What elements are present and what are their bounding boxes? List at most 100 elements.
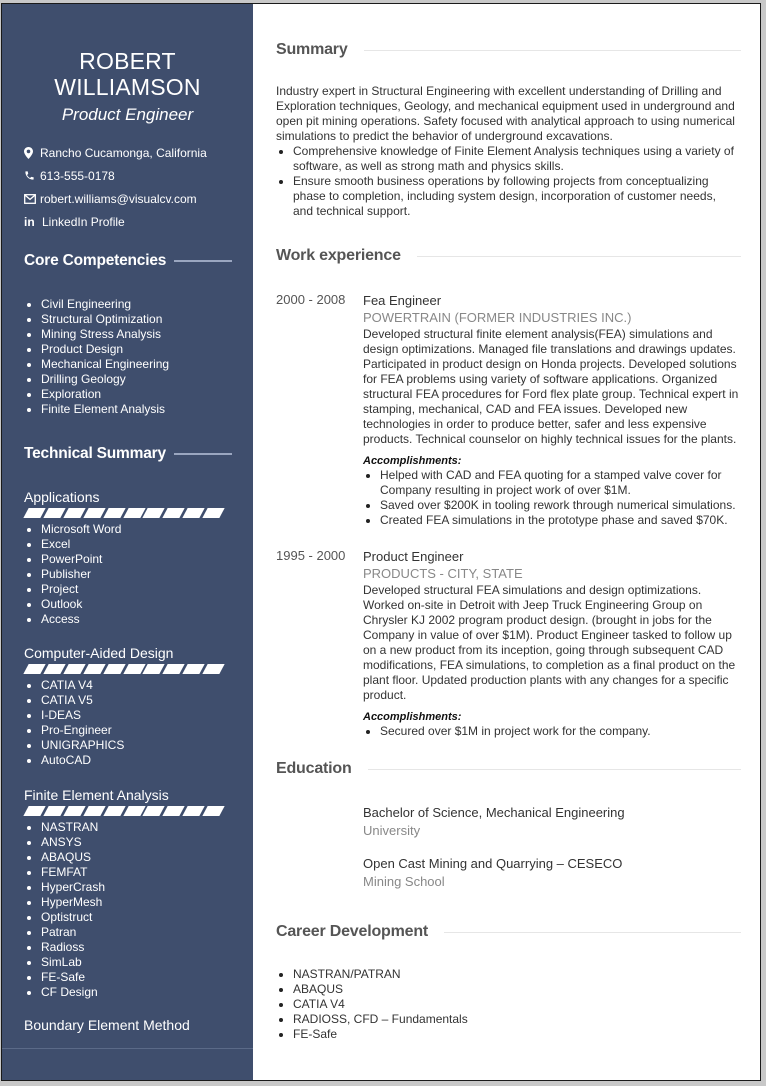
candidate-role: Product Engineer	[61, 105, 194, 124]
list-item: Outlook	[24, 597, 121, 612]
job-description: Developed structural finite element anal…	[363, 327, 739, 446]
education-degree: Bachelor of Science, Mechanical Engineer…	[363, 805, 625, 820]
last-name: WILLIAMSON	[54, 74, 201, 100]
list-item: AutoCAD	[24, 753, 124, 768]
list-item: CATIA V5	[24, 693, 124, 708]
career-section: NASTRAN/PATRAN ABAQUS CATIA V4 RADIOSS, …	[276, 967, 736, 1042]
skill-level-segment	[182, 806, 205, 816]
career-list: NASTRAN/PATRAN ABAQUS CATIA V4 RADIOSS, …	[276, 967, 736, 1042]
list-item: Radioss	[24, 940, 105, 955]
list-item: FE-Safe	[24, 970, 105, 985]
skill-level-bar-applications	[23, 508, 225, 518]
job-dates: 2000 - 2008	[276, 292, 346, 307]
accomplishments-list: Helped with CAD and FEA quoting for a st…	[363, 468, 743, 528]
list-item: NASTRAN	[24, 820, 105, 835]
list-item: HyperCrash	[24, 880, 105, 895]
linkedin-link[interactable]: LinkedIn Profile	[42, 215, 125, 229]
skill-level-segment	[23, 508, 46, 518]
skill-level-segment	[43, 806, 66, 816]
list-item: NASTRAN/PATRAN	[276, 967, 736, 982]
job-company: PRODUCTS - CITY, STATE	[363, 566, 523, 581]
skill-level-segment	[23, 664, 46, 674]
heading-rule	[416, 255, 741, 257]
skill-level-segment	[162, 508, 185, 518]
contact-location: Rancho Cucamonga, California	[24, 141, 207, 164]
email-link[interactable]: robert.williams@visualcv.com	[40, 192, 197, 206]
job-title: Fea Engineer	[363, 293, 442, 308]
list-item: Microsoft Word	[24, 522, 121, 537]
heading-rule	[367, 768, 741, 770]
education-entry: Bachelor of Science, Mechanical Engineer…	[363, 804, 743, 840]
list-item: Excel	[24, 537, 121, 552]
skill-level-segment	[83, 664, 106, 674]
sidebar: ROBERT WILLIAMSON Product Engineer Ranch…	[2, 4, 253, 1080]
heading-rule	[174, 453, 232, 455]
list-item: Comprehensive knowledge of Finite Elemen…	[276, 144, 736, 174]
skill-group-fea-title: Finite Element Analysis	[24, 787, 169, 803]
job-body: Fea Engineer POWERTRAIN (FORMER INDUSTRI…	[363, 292, 743, 528]
skill-level-segment	[43, 508, 66, 518]
skill-level-segment	[202, 508, 225, 518]
candidate-name: ROBERT WILLIAMSON	[2, 48, 253, 100]
summary-bullets: Comprehensive knowledge of Finite Elemen…	[276, 144, 736, 219]
skill-group-cad-title: Computer-Aided Design	[24, 645, 174, 661]
skill-level-segment	[83, 508, 106, 518]
resume-page: ROBERT WILLIAMSON Product Engineer Ranch…	[1, 3, 761, 1081]
skill-group-cad-list: CATIA V4 CATIA V5 I-DEAS Pro-Engineer UN…	[24, 678, 124, 768]
skill-level-segment	[63, 508, 86, 518]
education-school: Mining School	[363, 874, 445, 889]
first-name: ROBERT	[79, 48, 176, 74]
education-entry: Open Cast Mining and Quarrying – CESECO …	[363, 855, 743, 891]
phone-text: 613-555-0178	[40, 168, 115, 183]
career-title: Career Development	[276, 923, 429, 940]
job-title: Product Engineer	[363, 549, 464, 564]
skill-group-applications-list: Microsoft Word Excel PowerPoint Publishe…	[24, 522, 121, 627]
list-item: PowerPoint	[24, 552, 121, 567]
list-item: CF Design	[24, 985, 105, 1000]
list-item: Civil Engineering	[24, 297, 169, 312]
skill-level-segment	[202, 664, 225, 674]
list-item: Product Design	[24, 342, 169, 357]
contact-phone: 613-555-0178	[24, 164, 207, 187]
job-body: Product Engineer PRODUCTS - CITY, STATE …	[363, 548, 743, 739]
list-item: CATIA V4	[24, 678, 124, 693]
list-item: Optistruct	[24, 910, 105, 925]
skill-group-bem-title: Boundary Element Method	[24, 1017, 190, 1033]
list-item: Drilling Geology	[24, 372, 169, 387]
heading-rule	[174, 260, 232, 262]
list-item: Access	[24, 612, 121, 627]
list-item: ABAQUS	[24, 850, 105, 865]
work-title: Work experience	[276, 247, 401, 264]
list-item: Created FEA simulations in the prototype…	[363, 513, 743, 528]
list-item: CATIA V4	[276, 997, 736, 1012]
list-item: FE-Safe	[276, 1027, 736, 1042]
skill-level-segment	[43, 664, 66, 674]
list-item: Finite Element Analysis	[24, 402, 169, 417]
education-degree: Open Cast Mining and Quarrying – CESECO	[363, 856, 623, 871]
core-competencies-list: Civil Engineering Structural Optimizatio…	[24, 297, 169, 417]
core-competencies-heading: Core Competencies	[24, 252, 232, 270]
skill-level-bar-fea	[23, 806, 225, 816]
phone-icon	[24, 170, 38, 181]
contact-linkedin[interactable]: in LinkedIn Profile	[24, 210, 207, 233]
summary-heading: Summary	[276, 41, 741, 59]
skill-level-segment	[162, 664, 185, 674]
location-text: Rancho Cucamonga, California	[40, 145, 207, 160]
list-item: ABAQUS	[276, 982, 736, 997]
list-item: ANSYS	[24, 835, 105, 850]
heading-rule	[363, 49, 741, 51]
envelope-icon	[24, 193, 38, 204]
accomplishments-label: Accomplishments:	[363, 711, 462, 723]
skill-level-segment	[162, 806, 185, 816]
list-item: FEMFAT	[24, 865, 105, 880]
skill-level-segment	[102, 664, 126, 674]
skill-level-segment	[102, 806, 126, 816]
job-description: Developed structural FEA simulations and…	[363, 583, 736, 702]
core-competencies-title: Core Competencies	[24, 252, 167, 269]
contact-email[interactable]: robert.williams@visualcv.com	[24, 187, 207, 210]
list-item: Saved over $200K in tooling rework throu…	[363, 498, 743, 513]
skill-level-segment	[23, 806, 46, 816]
skill-group-fea-list: NASTRAN ANSYS ABAQUS FEMFAT HyperCrash H…	[24, 820, 105, 1000]
list-item: Helped with CAD and FEA quoting for a st…	[363, 468, 743, 498]
heading-rule	[444, 931, 741, 933]
